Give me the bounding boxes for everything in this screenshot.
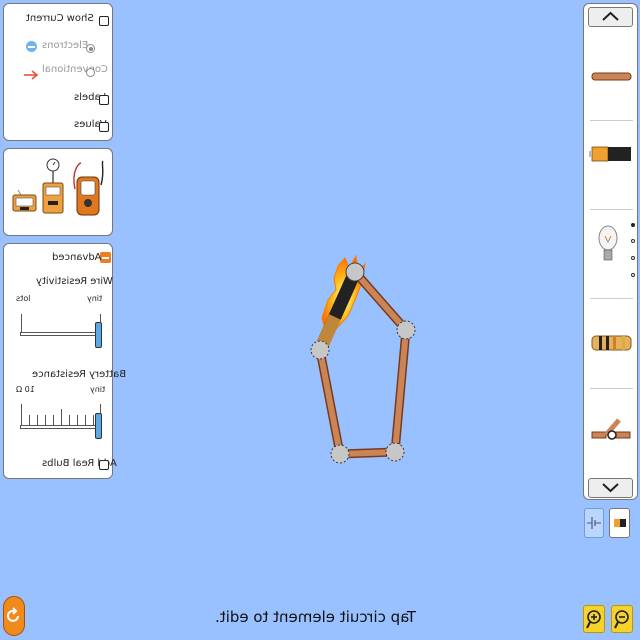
resistor-tool-icon[interactable] (584, 332, 639, 354)
measuring-tools-panel (3, 148, 113, 236)
circuit-canvas (300, 250, 425, 475)
collapse-advanced-button[interactable] (100, 252, 111, 263)
electrons-radio[interactable] (86, 44, 95, 53)
wire-resistivity-max-label: lots (16, 294, 31, 303)
page-dot-1[interactable] (631, 223, 635, 227)
reset-icon (7, 607, 19, 622)
toolbox-scroll-up-button[interactable] (588, 7, 633, 27)
labels-checkbox[interactable] (99, 95, 109, 105)
page-dot-4[interactable] (631, 273, 635, 277)
zoom-in-icon (586, 610, 601, 629)
battery-resistance-label: Battery Resistance (32, 369, 127, 380)
wire-resistivity-label: Wire Resistivity (36, 276, 113, 287)
schematic-view-button[interactable] (584, 508, 604, 538)
conventional-label: Conventional (42, 64, 108, 75)
battery-resistance-slider[interactable] (95, 413, 102, 439)
add-real-bulbs-checkbox[interactable] (99, 460, 109, 470)
ammeter-icon[interactable] (71, 159, 109, 217)
battery-tool-icon[interactable] (584, 142, 639, 166)
page-dot-3[interactable] (631, 256, 635, 260)
component-toolbox (583, 3, 638, 500)
battery-resistance-max-label: 10 Ω (16, 385, 35, 394)
electrons-icon (26, 41, 37, 52)
wire-tool-icon[interactable] (584, 66, 639, 88)
voltmeter-icon[interactable] (41, 157, 65, 217)
page-dot-2[interactable] (631, 239, 635, 243)
wire-resistivity-track (20, 332, 102, 336)
lifelike-view-button[interactable] (609, 508, 630, 538)
stopwatch-icon[interactable] (11, 187, 38, 217)
wire-resistivity-max-tick (21, 314, 22, 332)
toolbox-scroll-down-button[interactable] (588, 478, 633, 498)
electrons-label: Electrons (42, 40, 89, 51)
reset-button[interactable] (3, 596, 25, 636)
wire-right-top[interactable] (350, 267, 411, 335)
battery-resistance-min-label: tiny (90, 385, 106, 394)
zoom-out-button[interactable] (611, 605, 633, 633)
wire-left[interactable] (315, 345, 345, 459)
switch-tool-icon[interactable] (584, 416, 639, 448)
chevron-down-icon (602, 483, 619, 493)
battery-resistance-track (20, 425, 102, 429)
lifelike-battery-icon (614, 519, 626, 527)
arrow-right-icon (24, 65, 39, 80)
view-options-panel: Show Current Electrons Conventional Labe… (3, 3, 113, 141)
schematic-battery-icon (587, 517, 601, 529)
show-current-label: Show Current (26, 13, 94, 24)
wire-right[interactable] (390, 325, 411, 457)
zoom-in-button[interactable] (583, 605, 605, 633)
conventional-radio[interactable] (86, 68, 95, 77)
wire-resistivity-slider[interactable] (95, 322, 102, 348)
values-checkbox[interactable] (99, 122, 109, 132)
circuit-drawing (310, 254, 416, 464)
zoom-out-icon (614, 610, 629, 629)
wire-resistivity-min-label: tiny (87, 294, 103, 303)
chevron-up-icon (602, 11, 619, 21)
show-current-checkbox[interactable] (99, 16, 109, 26)
advanced-title: Advanced (52, 252, 102, 263)
status-message: Tap circuit element to edit. (214, 608, 416, 626)
advanced-panel: Advanced Wire Resistivity tiny lots Batt… (3, 243, 126, 479)
